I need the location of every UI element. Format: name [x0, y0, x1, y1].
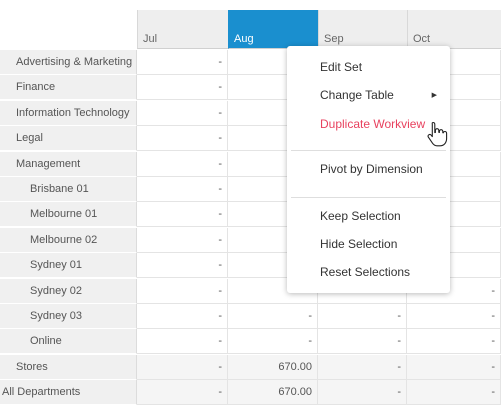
table-row: Online - - - -: [0, 329, 501, 355]
table-row: All Departments -670.00- -: [0, 380, 501, 406]
column-header-label: Aug: [234, 33, 254, 45]
menu-item-label: Hide Selection: [320, 237, 398, 251]
table-cell[interactable]: -: [137, 354, 228, 380]
menu-item-change-table[interactable]: Change Table ▶: [320, 85, 444, 105]
row-label[interactable]: All Departments: [0, 380, 137, 406]
table-cell[interactable]: 670.00: [228, 354, 318, 380]
row-label[interactable]: Brisbane 01: [0, 177, 137, 202]
table-cell[interactable]: -: [228, 304, 318, 329]
column-header-row: Jul Aug Sep Oct: [0, 0, 501, 49]
column-header-jul[interactable]: Jul: [137, 10, 228, 49]
hand-pointer-icon: [427, 121, 448, 147]
row-label[interactable]: Sydney 01: [0, 253, 137, 279]
menu-separator: [291, 197, 446, 198]
table-cell[interactable]: -: [318, 329, 407, 355]
table-row: Stores -670.00- -: [0, 354, 501, 380]
row-label[interactable]: Advertising & Marketing: [0, 50, 137, 75]
menu-separator: [291, 150, 446, 151]
table-cell[interactable]: -: [407, 380, 501, 406]
column-header-aug[interactable]: Aug: [228, 10, 318, 49]
menu-item-label: Duplicate Workview: [320, 117, 426, 131]
menu-item-hide-selection[interactable]: Hide Selection: [320, 234, 397, 254]
table-cell[interactable]: -: [137, 50, 228, 75]
row-label[interactable]: Information Technology: [0, 100, 137, 126]
menu-item-label: Pivot by Dimension: [320, 162, 423, 176]
table-cell[interactable]: -: [137, 126, 228, 152]
table-cell[interactable]: -: [407, 329, 501, 355]
table-cell[interactable]: -: [137, 75, 228, 101]
row-label[interactable]: Sydney 02: [0, 278, 137, 304]
menu-item-pivot-by-dimension[interactable]: Pivot by Dimension: [320, 159, 423, 179]
column-header-label: Sep: [324, 33, 344, 45]
table-cell[interactable]: -: [137, 253, 228, 279]
table-cell[interactable]: 670.00: [228, 380, 318, 406]
table-cell[interactable]: -: [137, 304, 228, 329]
table-cell[interactable]: -: [137, 380, 228, 406]
table-cell[interactable]: -: [318, 304, 407, 329]
table-cell[interactable]: -: [318, 354, 407, 380]
menu-item-reset-selections[interactable]: Reset Selections: [320, 262, 410, 282]
triangle-right-icon: ▶: [431, 92, 437, 99]
row-label[interactable]: Finance: [0, 75, 137, 101]
menu-item-label: Change Table: [320, 88, 394, 102]
menu-item-label: Edit Set: [320, 60, 363, 74]
column-header-label: Oct: [413, 33, 431, 45]
row-label[interactable]: Sydney 03: [0, 304, 137, 329]
table-cell[interactable]: -: [228, 329, 318, 355]
row-label[interactable]: Melbourne 02: [0, 227, 137, 253]
table-cell[interactable]: -: [137, 177, 228, 202]
table-cell[interactable]: -: [137, 329, 228, 355]
row-label[interactable]: Management: [0, 151, 137, 177]
table-cell[interactable]: -: [137, 202, 228, 228]
table-cell[interactable]: -: [407, 304, 501, 329]
row-label[interactable]: Stores: [0, 354, 137, 380]
column-header-label: Jul: [143, 33, 158, 45]
table-cell[interactable]: -: [407, 354, 501, 380]
menu-item-label: Keep Selection: [320, 209, 401, 223]
column-header-oct[interactable]: Oct: [407, 10, 501, 49]
row-label[interactable]: Legal: [0, 126, 137, 152]
row-label[interactable]: Melbourne 01: [0, 202, 137, 228]
menu-item-duplicate-workview[interactable]: Duplicate Workview: [320, 114, 425, 134]
table-cell[interactable]: -: [137, 151, 228, 177]
table-cell[interactable]: -: [137, 278, 228, 304]
menu-item-label: Reset Selections: [320, 265, 411, 279]
table-cell[interactable]: -: [137, 227, 228, 253]
context-menu: Edit Set Change Table ▶ Duplicate Workvi…: [287, 46, 450, 293]
menu-item-keep-selection[interactable]: Keep Selection: [320, 206, 401, 226]
table-row: Sydney 03- - - -: [0, 304, 501, 329]
table-cell[interactable]: -: [318, 380, 407, 406]
column-header-sep[interactable]: Sep: [318, 10, 407, 49]
row-label[interactable]: Online: [0, 329, 137, 355]
table-cell[interactable]: -: [137, 100, 228, 126]
menu-item-edit-set[interactable]: Edit Set: [320, 57, 362, 77]
